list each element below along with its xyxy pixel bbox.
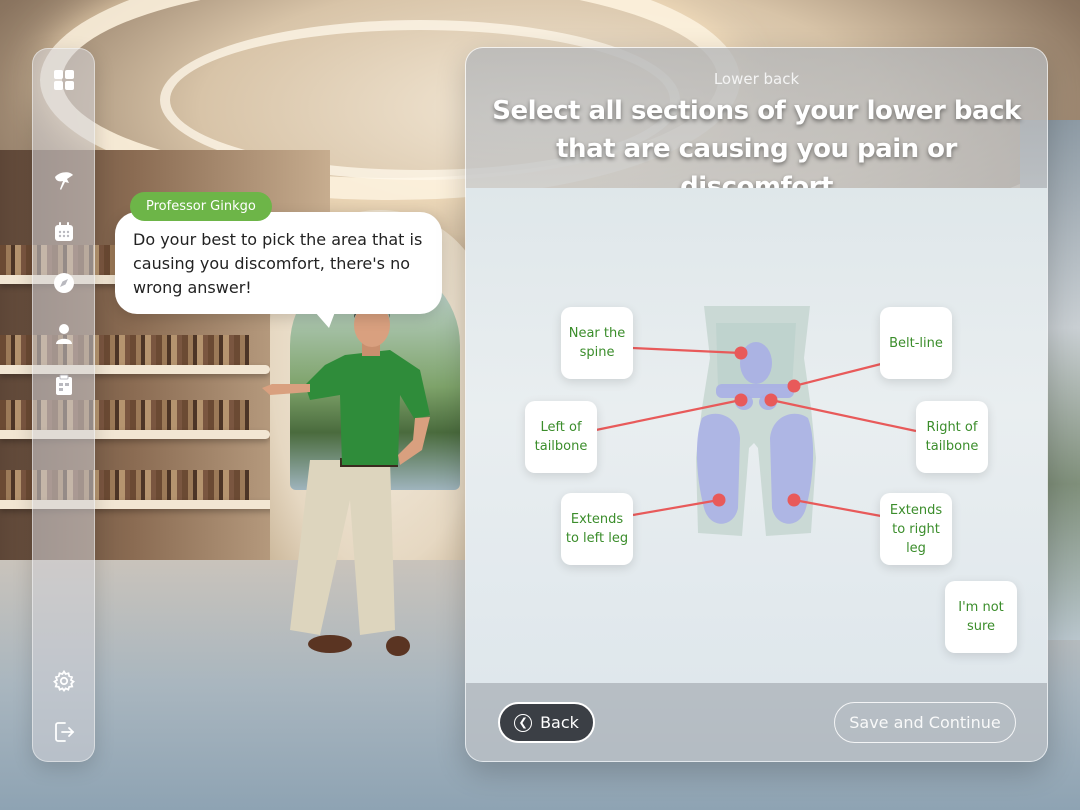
near-spine-marker	[734, 346, 748, 360]
assistant-speech-bubble: Do your best to pick the area that is ca…	[115, 212, 442, 328]
section-subtitle: Lower back	[713, 70, 800, 88]
grid-icon[interactable]	[52, 68, 76, 92]
option-extends-right-leg[interactable]: Extends to right leg	[880, 493, 952, 565]
option-left-of-tailbone[interactable]: Left of tailbone	[525, 401, 597, 473]
sidebar	[32, 48, 95, 762]
assistant-message: Do your best to pick the area that is ca…	[133, 230, 423, 297]
logout-icon[interactable]	[52, 720, 76, 744]
option-belt-line[interactable]: Belt-line	[880, 307, 952, 379]
gear-icon[interactable]	[52, 669, 76, 693]
compass-icon[interactable]	[52, 271, 76, 295]
option-right-of-tailbone[interactable]: Right of tailbone	[916, 401, 988, 473]
panel-header: Lower back Select all sections of your l…	[466, 48, 1047, 202]
assistant-name-tag: Professor Ginkgo	[130, 192, 272, 221]
question-panel: Lower back Select all sections of your l…	[465, 47, 1048, 762]
ginkgo-leaf-icon[interactable]	[52, 169, 76, 193]
left-tailbone-marker	[734, 393, 748, 407]
professor-ginkgo-figure	[262, 303, 430, 656]
chevron-left-icon: ❮	[514, 713, 533, 732]
back-button[interactable]: ❮ Back	[498, 702, 595, 743]
option-not-sure[interactable]: I'm not sure	[945, 581, 1017, 653]
right-leg-marker	[787, 493, 801, 507]
option-near-spine[interactable]: Near the spine	[561, 307, 633, 379]
back-button-label: Back	[540, 713, 579, 732]
option-extends-left-leg[interactable]: Extends to left leg	[561, 493, 633, 565]
body-selection-area: Near the spine Belt-line Left of tailbon…	[466, 188, 1047, 683]
right-tailbone-marker	[764, 393, 778, 407]
belt-line-region[interactable]	[716, 384, 794, 398]
calendar-icon[interactable]	[52, 220, 76, 244]
left-leg-marker	[712, 493, 726, 507]
belt-line-marker	[787, 379, 801, 393]
save-and-continue-button[interactable]: Save and Continue	[834, 702, 1016, 743]
clipboard-icon[interactable]	[52, 373, 76, 397]
user-icon[interactable]	[52, 322, 76, 346]
panel-footer: ❮ Back Save and Continue	[466, 683, 1047, 761]
